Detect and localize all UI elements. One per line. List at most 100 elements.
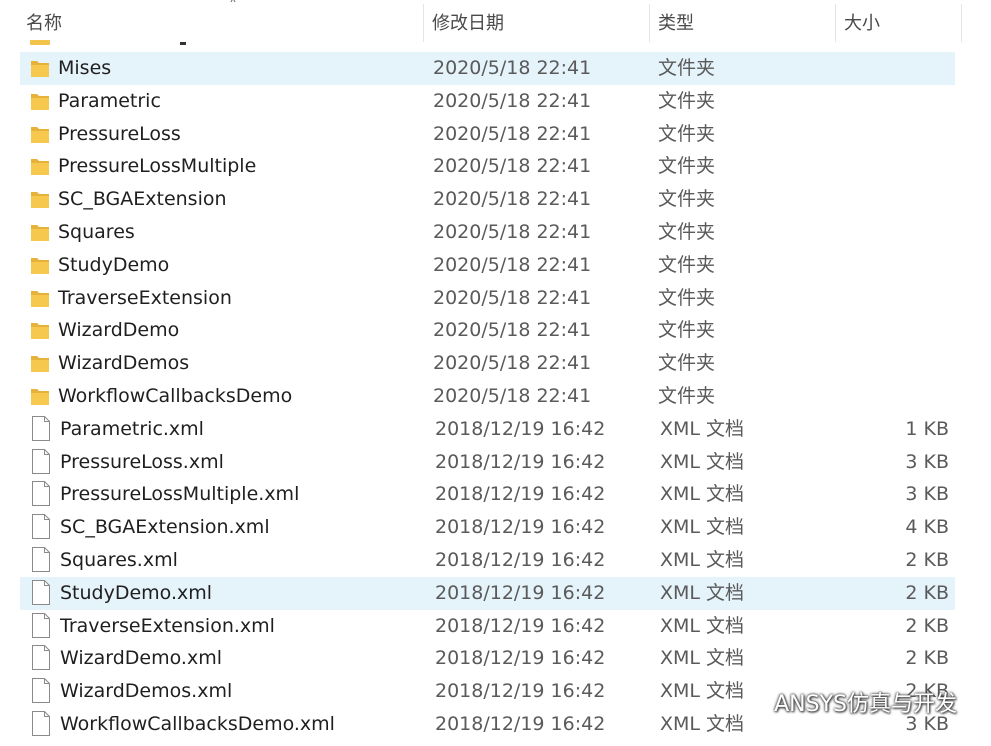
list-item[interactable]: PressureLoss.xml 2018/12/19 16:42 XML 文档… — [0, 446, 991, 479]
list-item[interactable]: Parametric.xml 2018/12/19 16:42 XML 文档 1… — [0, 413, 991, 446]
item-name: SC_BGAExtension — [58, 188, 227, 211]
list-item[interactable]: TraverseExtension 2020/5/18 22:41 文件夹 — [0, 282, 991, 315]
folder-icon — [31, 257, 49, 274]
item-size: 3 KB — [905, 483, 949, 506]
item-date: 2020/5/18 22:41 — [433, 155, 592, 178]
item-date: 2018/12/19 16:42 — [435, 647, 606, 670]
item-name: TraverseExtension.xml — [60, 614, 275, 637]
column-header-modified-label: 修改日期 — [432, 13, 504, 34]
item-name: Squares.xml — [60, 548, 178, 571]
item-date: 2020/5/18 22:41 — [433, 220, 592, 243]
item-name: StudyDemo — [58, 253, 170, 276]
item-name: TraverseExtension — [58, 286, 232, 309]
item-size: 2 KB — [905, 548, 949, 571]
column-header-name-label: 名称 — [26, 13, 62, 34]
folder-icon — [31, 126, 49, 143]
document-icon — [32, 546, 50, 572]
item-type: XML 文档 — [660, 680, 745, 703]
item-date: 2018/12/19 16:42 — [435, 417, 606, 440]
item-date: 2020/5/18 22:41 — [433, 188, 592, 211]
item-name: PressureLossMultiple.xml — [60, 483, 300, 506]
document-icon — [32, 448, 50, 474]
item-date: 2020/5/18 22:41 — [433, 253, 592, 276]
sort-ascending-icon: ˄ — [229, 0, 237, 15]
item-date: 2018/12/19 16:42 — [435, 614, 606, 637]
item-name: PressureLossMultiple — [58, 155, 257, 178]
item-date: 2020/5/18 22:41 — [433, 89, 592, 112]
list-item[interactable]: WizardDemo.xml 2018/12/19 16:42 XML 文档 2… — [0, 642, 991, 675]
item-date: 2018/12/19 16:42 — [435, 548, 606, 571]
item-date: 2018/12/19 16:42 — [435, 581, 606, 604]
item-name: WizardDemo.xml — [60, 647, 222, 670]
item-name: WizardDemos.xml — [60, 680, 233, 703]
list-item[interactable]: TraverseExtension.xml 2018/12/19 16:42 X… — [0, 610, 991, 643]
item-size: 1 KB — [905, 417, 949, 440]
list-item[interactable]: SC_BGAExtension 2020/5/18 22:41 文件夹 — [0, 183, 991, 216]
item-date: 2020/5/18 22:41 — [433, 57, 592, 79]
folder-icon — [31, 192, 49, 209]
item-type: XML 文档 — [660, 548, 745, 571]
document-icon — [32, 481, 50, 507]
column-header-type-label: 类型 — [658, 13, 694, 34]
item-name: WizardDemos — [58, 352, 190, 375]
item-name: PressureLoss.xml — [60, 450, 224, 473]
item-type: 文件夹 — [658, 155, 716, 178]
list-item[interactable]: StudyDemo.xml 2018/12/19 16:42 XML 文档 2 … — [0, 576, 991, 610]
folder-icon — [31, 290, 49, 307]
item-type: XML 文档 — [660, 417, 745, 440]
item-date: 2020/5/18 22:41 — [433, 319, 592, 342]
list-item[interactable]: StudyDemo 2020/5/18 22:41 文件夹 — [0, 249, 991, 282]
document-icon — [32, 678, 50, 704]
item-date: 2020/5/18 22:41 — [433, 122, 592, 145]
item-name: Parametric — [58, 89, 161, 112]
item-date: 2020/5/18 22:41 — [433, 352, 592, 375]
item-size: 3 KB — [905, 450, 949, 473]
item-type: 文件夹 — [658, 384, 716, 407]
list-item[interactable]: PressureLoss 2020/5/18 22:41 文件夹 — [0, 118, 991, 151]
wechat-icon — [742, 691, 768, 712]
item-type: 文件夹 — [658, 286, 716, 309]
folder-icon — [31, 323, 49, 340]
item-name: Parametric.xml — [60, 417, 204, 440]
partial-folder-icon — [30, 40, 50, 45]
item-date: 2020/5/18 22:41 — [433, 384, 592, 407]
list-item[interactable]: WizardDemo 2020/5/18 22:41 文件夹 — [0, 314, 991, 347]
column-divider[interactable] — [961, 4, 962, 42]
list-item[interactable]: Squares.xml 2018/12/19 16:42 XML 文档 2 KB — [0, 544, 991, 577]
folder-icon — [31, 356, 49, 373]
list-item[interactable]: PressureLossMultiple 2020/5/18 22:41 文件夹 — [0, 150, 991, 183]
item-type: 文件夹 — [658, 319, 716, 342]
item-type: XML 文档 — [660, 516, 745, 539]
item-type: XML 文档 — [660, 581, 745, 604]
folder-icon — [31, 388, 49, 405]
list-item[interactable]: PressureLossMultiple.xml 2018/12/19 16:4… — [0, 478, 991, 511]
column-header-size-label: 大小 — [844, 13, 880, 34]
item-date: 2018/12/19 16:42 — [435, 712, 606, 735]
list-item[interactable]: SC_BGAExtension.xml 2018/12/19 16:42 XML… — [0, 511, 991, 544]
item-type: 文件夹 — [658, 253, 716, 276]
column-header-modified[interactable]: 修改日期 — [424, 0, 650, 46]
list-item[interactable]: Parametric 2020/5/18 22:41 文件夹 — [0, 85, 991, 118]
document-icon — [32, 579, 50, 605]
column-header-name[interactable]: 名称 ˄ — [18, 0, 424, 46]
column-header-size[interactable]: 大小 — [836, 0, 962, 46]
item-date: 2018/12/19 16:42 — [435, 483, 606, 506]
item-date: 2020/5/18 22:41 — [433, 286, 592, 309]
list-item[interactable]: WorkflowCallbacksDemo 2020/5/18 22:41 文件… — [0, 380, 991, 413]
item-name: WorkflowCallbacksDemo.xml — [60, 712, 335, 735]
list-item[interactable]: Mises 2020/5/18 22:41 文件夹 — [0, 52, 991, 85]
document-icon — [32, 645, 50, 671]
list-item[interactable]: WizardDemos 2020/5/18 22:41 文件夹 — [0, 347, 991, 380]
item-type: XML 文档 — [660, 450, 745, 473]
folder-icon — [31, 61, 49, 77]
item-type: 文件夹 — [658, 352, 716, 375]
column-header-type[interactable]: 类型 — [650, 0, 836, 46]
item-name: WorkflowCallbacksDemo — [58, 384, 293, 407]
item-type: XML 文档 — [660, 483, 745, 506]
item-name: Squares — [58, 220, 135, 243]
folder-icon — [31, 93, 49, 110]
item-type: XML 文档 — [660, 712, 745, 735]
partial-row-text — [180, 42, 186, 45]
list-item[interactable]: Squares 2020/5/18 22:41 文件夹 — [0, 216, 991, 249]
item-type: 文件夹 — [658, 89, 716, 112]
